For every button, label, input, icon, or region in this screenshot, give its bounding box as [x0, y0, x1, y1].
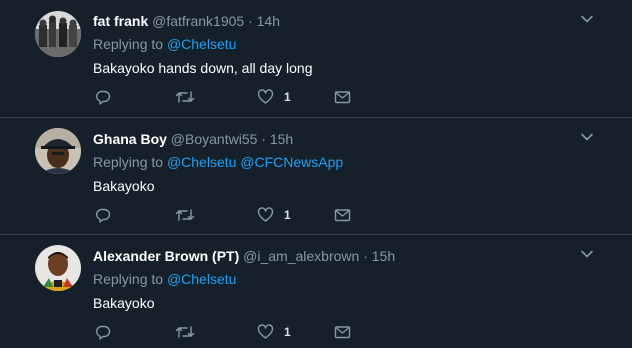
avatar[interactable]	[35, 128, 81, 174]
reply-icon	[96, 90, 111, 105]
replying-label: Replying to	[93, 36, 164, 52]
envelope-icon	[334, 209, 351, 222]
heart-icon	[257, 324, 274, 339]
heart-icon	[257, 207, 274, 222]
retweet-button[interactable]	[175, 322, 195, 342]
replying-label: Replying to	[93, 271, 164, 287]
like-count: 1	[284, 208, 291, 222]
tweet-text: Bakayoko	[93, 178, 155, 194]
envelope-icon	[334, 91, 351, 104]
mention-link[interactable]: @Chelsetu	[167, 271, 236, 287]
avatar-photo	[35, 128, 81, 174]
chevron-down-icon[interactable]	[580, 130, 594, 144]
like-count: 1	[284, 90, 291, 104]
replying-to-line: Replying to @Chelsetu	[93, 35, 236, 53]
reply-tweet[interactable]: Ghana Boy @Boyantwi55 · 15h Replying to …	[0, 118, 632, 235]
avatar-photo	[35, 245, 81, 291]
mention-link[interactable]: @Chelsetu	[167, 154, 236, 170]
reply-tweet[interactable]: fat frank @fatfrank1905 · 14h Replying t…	[0, 0, 632, 118]
separator: ·	[248, 13, 253, 29]
separator: ·	[261, 131, 266, 147]
mention-link[interactable]: @CFCNewsApp	[240, 154, 343, 170]
replying-to-line: Replying to @Chelsetu @CFCNewsApp	[93, 153, 343, 171]
timestamp[interactable]: 15h	[372, 248, 395, 264]
tweet-header: fat frank @fatfrank1905 · 14h	[93, 12, 280, 30]
separator: ·	[363, 248, 368, 264]
tweet-header: Alexander Brown (PT) @i_am_alexbrown · 1…	[93, 247, 395, 265]
display-name[interactable]: fat frank	[93, 13, 148, 29]
reply-feed: fat frank @fatfrank1905 · 14h Replying t…	[0, 0, 632, 348]
like-button[interactable]: 1	[257, 322, 291, 342]
replying-to-line: Replying to @Chelsetu	[93, 270, 236, 288]
like-count: 1	[284, 325, 291, 339]
mention-link[interactable]: @Chelsetu	[167, 36, 236, 52]
direct-message-button[interactable]	[334, 322, 351, 342]
envelope-icon	[334, 326, 351, 339]
chevron-down-icon[interactable]	[580, 12, 594, 26]
replying-label: Replying to	[93, 154, 164, 170]
avatar[interactable]	[35, 11, 81, 57]
retweet-icon	[175, 209, 195, 221]
like-button[interactable]: 1	[257, 205, 291, 225]
display-name[interactable]: Ghana Boy	[93, 131, 167, 147]
user-handle[interactable]: @Boyantwi55	[171, 131, 258, 147]
tweet-actions: 1	[93, 87, 373, 107]
reply-button[interactable]	[95, 322, 111, 342]
chevron-down-icon[interactable]	[580, 247, 594, 261]
retweet-button[interactable]	[175, 87, 195, 107]
retweet-icon	[175, 326, 195, 338]
timestamp[interactable]: 15h	[270, 131, 293, 147]
retweet-icon	[175, 91, 195, 103]
user-handle[interactable]: @i_am_alexbrown	[243, 248, 359, 264]
reply-icon	[96, 325, 111, 340]
heart-icon	[257, 89, 274, 104]
direct-message-button[interactable]	[334, 205, 351, 225]
direct-message-button[interactable]	[334, 87, 351, 107]
like-button[interactable]: 1	[257, 87, 291, 107]
tweet-actions: 1	[93, 322, 373, 342]
reply-icon	[96, 208, 111, 223]
tweet-actions: 1	[93, 205, 373, 225]
reply-button[interactable]	[95, 205, 111, 225]
avatar[interactable]	[35, 245, 81, 291]
tweet-header: Ghana Boy @Boyantwi55 · 15h	[93, 130, 293, 148]
display-name[interactable]: Alexander Brown (PT)	[93, 248, 239, 264]
reply-tweet[interactable]: Alexander Brown (PT) @i_am_alexbrown · 1…	[0, 235, 632, 348]
reply-button[interactable]	[95, 87, 111, 107]
tweet-text: Bakayoko hands down, all day long	[93, 60, 313, 76]
timestamp[interactable]: 14h	[257, 13, 280, 29]
tweet-text: Bakayoko	[93, 295, 155, 311]
avatar-photo	[35, 11, 81, 57]
user-handle[interactable]: @fatfrank1905	[152, 13, 244, 29]
retweet-button[interactable]	[175, 205, 195, 225]
